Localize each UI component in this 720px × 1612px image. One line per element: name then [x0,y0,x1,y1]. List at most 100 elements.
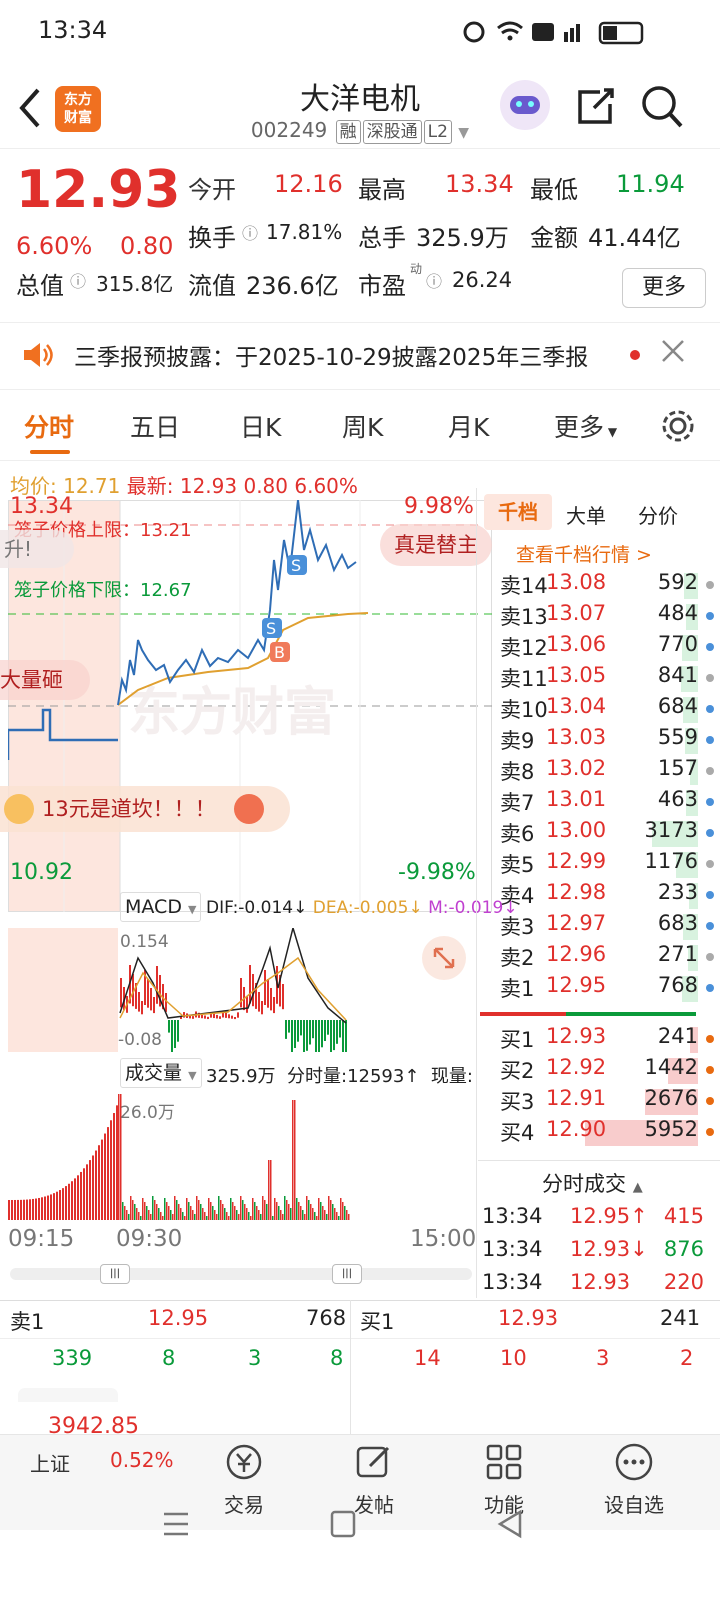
macd-selector[interactable]: MACD ▼ [120,892,202,922]
bid-row[interactable]: 买4 12.90 5952 [496,1117,720,1149]
volume-bar [338,1216,340,1220]
volume-bar [208,1198,210,1220]
volume-bar [196,1196,198,1220]
tab-price-split[interactable]: 分价 [638,500,678,529]
ask-row[interactable]: 卖9 13.03 559 [496,725,720,757]
danmu-bubble[interactable]: 升! [0,530,74,568]
volume-bar [138,1212,140,1220]
system-nav-icons[interactable] [160,1506,560,1546]
nav-add-watchlist[interactable]: 设自选 [584,1434,684,1530]
bid-row[interactable]: 买2 12.92 1442 [496,1055,720,1087]
tab-daily[interactable]: 日K [240,408,281,444]
macd-bar [300,1020,302,1036]
view-orderbook-link[interactable]: 查看千档行情 > [516,540,652,567]
macd-bar [303,1020,305,1052]
ask-row[interactable]: 卖6 13.00 3173 [496,818,720,850]
ask-row[interactable]: 卖1 12.95 768 [496,973,720,1005]
tag-connect: 深股通 [362,120,422,144]
bid-price: 12.91 [546,1086,607,1110]
float-value: 236.6亿 [246,272,339,300]
scroll-handle-right[interactable]: ||| [332,1264,362,1284]
volume-bar [332,1204,334,1220]
macd-bar [264,970,266,1005]
volume-top: 26.0万 [120,1103,175,1123]
volume-bar [288,1204,290,1220]
trade-row: 13:34 12.95↑ 415 [482,1204,718,1234]
emoji-icon [234,794,264,824]
ask-volume: 233 [657,880,698,904]
bid-row[interactable]: 买1 12.93 241 [496,1024,720,1056]
robot-assistant-icon[interactable] [500,80,550,130]
time-scroll-track[interactable] [10,1268,472,1280]
ask-row[interactable]: 卖10 13.04 684 [496,694,720,726]
ask-label: 卖8 [500,760,535,784]
ask-row[interactable]: 卖5 12.99 1176 [496,849,720,881]
share-icon[interactable] [574,86,616,128]
tab-orderbook[interactable]: 千档 [484,494,552,530]
volume-bar [318,1198,320,1220]
volume-bar [26,1199,28,1220]
macd-bar [282,984,284,1010]
volume-bar [104,1133,106,1220]
tag-l2: L2 [423,120,452,144]
danmu-bubble[interactable]: 大量砸 [0,660,90,700]
ask-row[interactable]: 卖3 12.97 683 [496,911,720,943]
bid-label: 买4 [500,1121,535,1145]
volume-bar [80,1171,82,1220]
ask-price: 12.98 [546,880,607,904]
volume-bar [144,1202,146,1220]
volume-selector[interactable]: 成交量 ▼ [120,1058,202,1088]
divider [0,1300,720,1301]
index-pct[interactable]: 0.52% [110,1448,174,1472]
stock-code: 002249 [250,118,328,142]
info-icon[interactable]: ⓘ [70,268,86,292]
ask-row[interactable]: 卖4 12.98 233 [496,880,720,912]
ask-row[interactable]: 卖12 13.06 770 [496,632,720,664]
volume-bar [186,1198,188,1220]
expand-icon[interactable] [422,936,466,980]
volume-bar [240,1196,242,1220]
info-icon[interactable]: ⓘ [242,220,258,244]
ask-row[interactable]: 卖8 13.02 157 [496,756,720,788]
ask-label: 卖13 [500,605,548,629]
volume-bar [132,1200,134,1220]
ask-volume: 841 [657,663,698,687]
macd-bar [246,996,248,1013]
ask-row[interactable]: 卖2 12.96 271 [496,942,720,974]
tab-big-orders[interactable]: 大单 [566,500,606,529]
tab-more[interactable]: 更多 ▼ [554,408,617,444]
scroll-handle-left[interactable]: ||| [100,1264,130,1284]
search-icon[interactable] [640,84,684,130]
close-icon[interactable] [660,338,686,364]
trades-title[interactable]: 分时成交 ▲ [542,1168,643,1198]
tab-weekly[interactable]: 周K [342,408,383,444]
order-dot [706,953,714,961]
index-value[interactable]: 3942.85 [48,1414,139,1439]
info-icon[interactable]: ⓘ [426,268,442,292]
volume-bar [274,1198,276,1220]
tab-monthly[interactable]: 月K [448,408,489,444]
ask-price: 13.02 [546,756,607,780]
buy-queue-item: 3 [596,1346,610,1370]
ask-row[interactable]: 卖11 13.05 841 [496,663,720,695]
index-name[interactable]: 上证 [30,1448,70,1477]
settings-gear-icon[interactable] [660,408,696,444]
volume-bar [258,1210,260,1220]
order-dot [706,860,714,868]
volume-bar [244,1204,246,1220]
tab-5day[interactable]: 五日 [130,408,180,444]
macd-bar [342,1020,344,1052]
macd-bar [216,1014,218,1019]
ask-price: 13.03 [546,725,607,749]
volume-bar [308,1200,310,1220]
bid-row[interactable]: 买3 12.91 2676 [496,1086,720,1118]
ask-row[interactable]: 卖14 13.08 592 [496,570,720,602]
ask-row[interactable]: 卖13 13.07 484 [496,601,720,633]
volume-bar [122,1202,124,1220]
ask-row[interactable]: 卖7 13.01 463 [496,787,720,819]
volume-bar [270,1160,272,1220]
more-button[interactable]: 更多 [622,268,706,308]
volume-bar [334,1208,336,1220]
volume-bar [286,1200,288,1220]
tab-intraday[interactable]: 分时 [24,408,74,444]
